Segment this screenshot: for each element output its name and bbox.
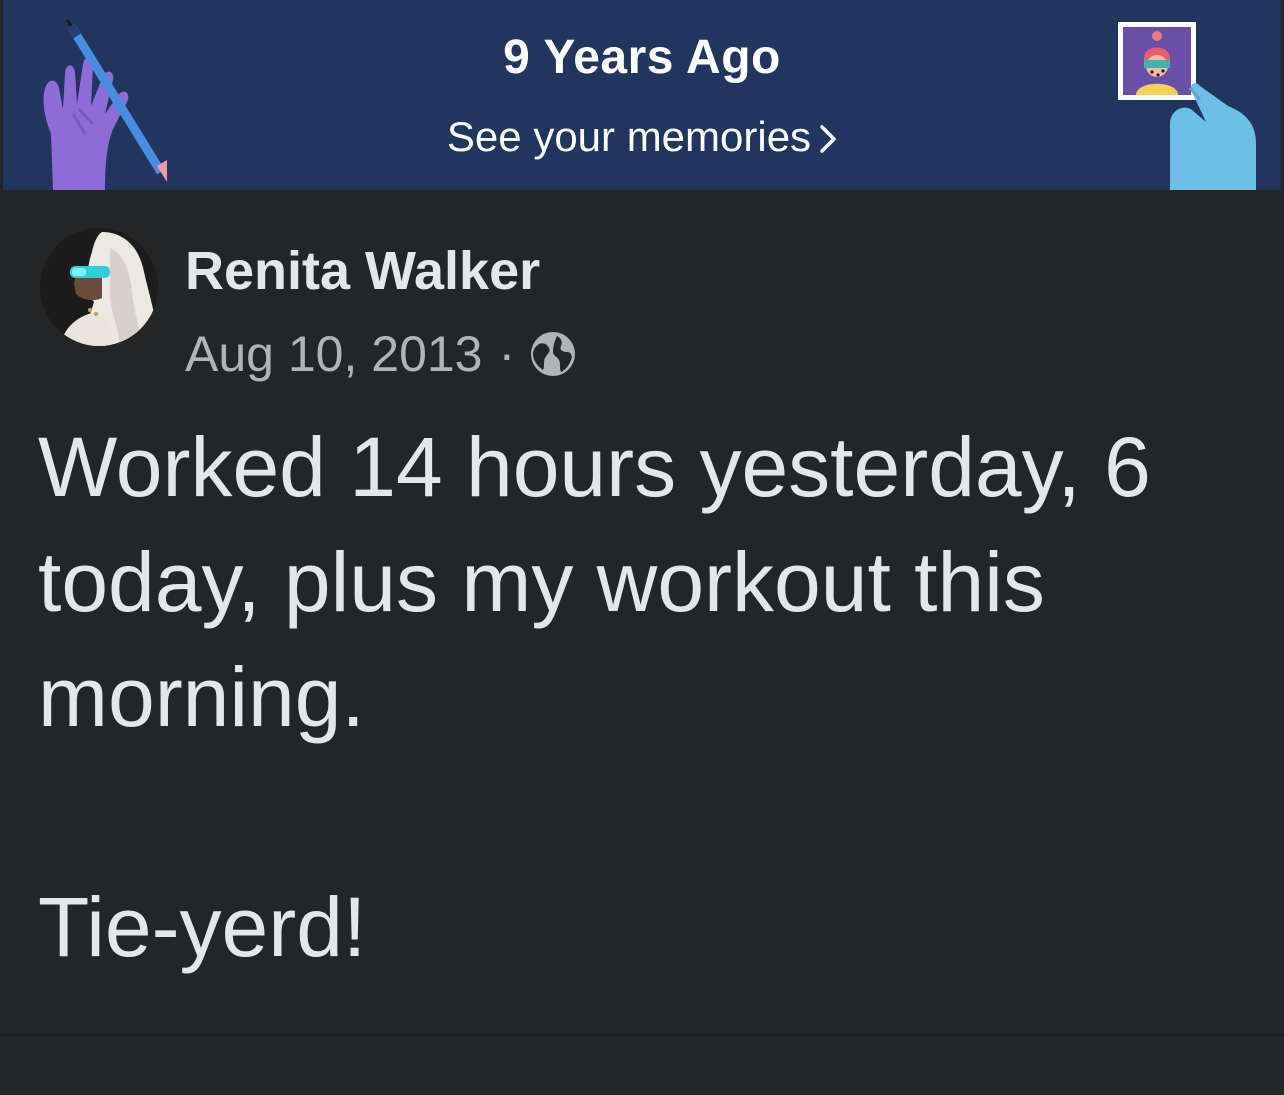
banner-title: 9 Years Ago [503,31,781,84]
post-body-text: Worked 14 hours yesterday, 6 today, plus… [38,420,1151,974]
avatar[interactable] [40,228,158,346]
profile-photo-image [40,228,158,346]
memories-banner[interactable]: 9 Years Ago See your memories [3,0,1281,190]
see-memories-link[interactable]: See your memories [3,113,1281,161]
meta-separator: · [498,326,516,382]
author-name[interactable]: Renita Walker [185,240,540,302]
post-meta: Aug 10, 2013 · [185,325,577,383]
chevron-right-icon [820,125,836,153]
memory-post: Renita Walker Aug 10, 2013 · Worked 14 h… [0,190,1284,1035]
next-section-strip [0,1036,1284,1095]
post-date[interactable]: Aug 10, 2013 [185,325,483,383]
see-memories-label: See your memories [446,113,812,160]
hand-photo-illustration [1118,22,1256,190]
globe-icon [531,332,576,376]
page: 9 Years Ago See your memories Renita Wal… [0,0,1284,1095]
